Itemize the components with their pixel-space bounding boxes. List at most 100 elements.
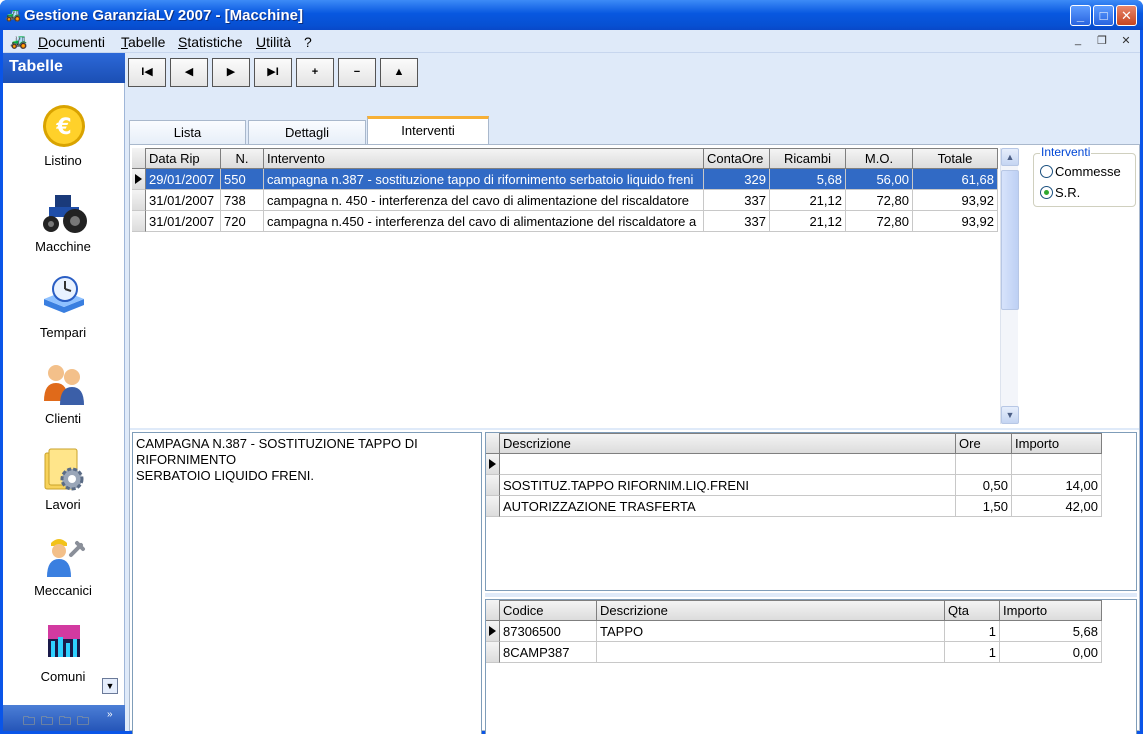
scroll-down-button[interactable]: ▼ [1001,406,1019,424]
folder-icon[interactable]: 🗀 [77,712,89,733]
table-cell[interactable]: 738 [221,190,264,211]
scroll-thumb[interactable] [1001,170,1019,310]
table-cell[interactable]: 61,68 [913,169,998,190]
table-cell[interactable]: campagna n. 450 - interferenza del cavo … [264,190,704,211]
row-indicator[interactable] [486,496,500,517]
row-indicator[interactable] [132,190,146,211]
last-record-button[interactable]: ▶I [254,58,292,87]
table-cell[interactable] [500,454,956,475]
delete-record-button[interactable]: − [338,58,376,87]
sidebar-scroll-down-button[interactable]: ▼ [102,678,118,694]
table-cell[interactable]: 31/01/2007 [146,211,221,232]
sidebar-item-tempari[interactable]: Tempari [3,275,123,361]
table-cell[interactable]: 550 [221,169,264,190]
col-header-data-rip[interactable]: Data Rip [146,148,221,169]
table-cell[interactable] [597,642,945,663]
col-header-ore[interactable]: Ore [956,433,1012,454]
sidebar-item-meccanici[interactable]: Meccanici [3,533,123,619]
row-indicator[interactable] [132,169,146,190]
table-cell[interactable]: 87306500 [500,621,597,642]
splitter[interactable] [485,593,1137,597]
col-header-descrizione[interactable]: Descrizione [597,600,945,621]
radio-commesse[interactable]: Commesse [1040,164,1121,179]
row-indicator[interactable] [486,621,500,642]
col-header-qta[interactable]: Qta [945,600,1000,621]
tab-lista[interactable]: Lista [129,120,246,145]
col-header-importo[interactable]: Importo [1000,600,1102,621]
table-cell[interactable] [956,454,1012,475]
splitter[interactable] [130,428,1139,430]
sidebar-item-listino[interactable]: € Listino [3,103,123,189]
table-cell[interactable]: 5,68 [1000,621,1102,642]
table-cell[interactable]: 21,12 [770,190,846,211]
table-cell[interactable]: 31/01/2007 [146,190,221,211]
up-button[interactable]: ▲ [380,58,418,87]
table-cell[interactable]: 21,12 [770,211,846,232]
table-cell[interactable]: 1 [945,642,1000,663]
folder-icon[interactable]: 🗀 [59,712,71,733]
tab-interventi[interactable]: Interventi [367,116,489,145]
table-cell[interactable]: 56,00 [846,169,913,190]
row-indicator[interactable] [486,475,500,496]
menu-utilita[interactable]: Utilità [256,34,291,50]
col-header-totale[interactable]: Totale [913,148,998,169]
table-cell[interactable]: 0,50 [956,475,1012,496]
mdi-tractor-icon[interactable]: 🚜 [10,33,27,50]
menu-statistiche[interactable]: Statistiche [178,34,243,50]
minimize-button[interactable]: _ [1070,5,1091,26]
table-cell[interactable]: 29/01/2007 [146,169,221,190]
table-cell[interactable]: TAPPO [597,621,945,642]
folder-icon[interactable]: 🗀 [41,712,53,733]
table-cell[interactable]: AUTORIZZAZIONE TRASFERTA [500,496,956,517]
table-cell[interactable]: 72,80 [846,190,913,211]
table-cell[interactable]: 0,00 [1000,642,1102,663]
col-header-intervento[interactable]: Intervento [264,148,704,169]
mdi-close-button[interactable]: ✕ [1118,34,1134,49]
col-header-contaore[interactable]: ContaOre [704,148,770,169]
row-indicator[interactable] [486,454,500,475]
col-header-mo[interactable]: M.O. [846,148,913,169]
col-header-numero[interactable]: N. [221,148,264,169]
table-cell[interactable]: 1 [945,621,1000,642]
col-header-importo[interactable]: Importo [1012,433,1102,454]
row-indicator[interactable] [132,211,146,232]
folder-icon[interactable]: 🗀 [23,712,35,733]
table-cell[interactable]: 720 [221,211,264,232]
col-header-ricambi[interactable]: Ricambi [770,148,846,169]
sidebar-item-clienti[interactable]: Clienti [3,361,123,447]
table-cell[interactable]: 14,00 [1012,475,1102,496]
chevron-more-icon[interactable]: » [107,709,113,720]
first-record-button[interactable]: I◀ [128,58,166,87]
col-header-descrizione[interactable]: Descrizione [500,433,956,454]
menu-help[interactable]: ? [304,34,312,50]
sidebar-item-lavori[interactable]: Lavori [3,447,123,533]
col-header-codice[interactable]: Codice [500,600,597,621]
title-bar[interactable]: 🚜 Gestione GaranziaLV 2007 - [Macchine] … [0,0,1143,30]
sidebar-item-comuni[interactable]: Comuni ▼ [3,619,123,705]
intervento-description-memo[interactable]: CAMPAGNA N.387 - SOSTITUZIONE TAPPO DI R… [132,432,482,734]
table-cell[interactable]: 5,68 [770,169,846,190]
add-record-button[interactable]: + [296,58,334,87]
scroll-up-button[interactable]: ▲ [1001,148,1019,166]
table-cell[interactable]: 337 [704,190,770,211]
close-button[interactable]: ✕ [1116,5,1137,26]
radio-sr[interactable]: S.R. [1040,185,1080,200]
table-cell[interactable]: campagna n.450 - interferenza del cavo d… [264,211,704,232]
table-cell[interactable]: 8CAMP387 [500,642,597,663]
table-cell[interactable] [1012,454,1102,475]
maximize-button[interactable]: □ [1093,5,1114,26]
table-cell[interactable]: campagna n.387 - sostituzione tappo di r… [264,169,704,190]
mdi-minimize-button[interactable]: _ [1070,34,1086,49]
table-cell[interactable]: 337 [704,211,770,232]
sidebar-item-macchine[interactable]: Macchine [3,189,123,275]
tab-dettagli[interactable]: Dettagli [248,120,366,145]
table-cell[interactable]: 93,92 [913,190,998,211]
next-record-button[interactable]: ▶ [212,58,250,87]
table-cell[interactable]: SOSTITUZ.TAPPO RIFORNIM.LIQ.FRENI [500,475,956,496]
table-cell[interactable]: 93,92 [913,211,998,232]
row-indicator[interactable] [486,642,500,663]
table-cell[interactable]: 42,00 [1012,496,1102,517]
interventi-scrollbar[interactable]: ▲ ▼ [1000,148,1019,424]
menu-tabelle[interactable]: Tabelle [121,34,165,50]
mdi-restore-button[interactable]: ❐ [1094,34,1110,49]
